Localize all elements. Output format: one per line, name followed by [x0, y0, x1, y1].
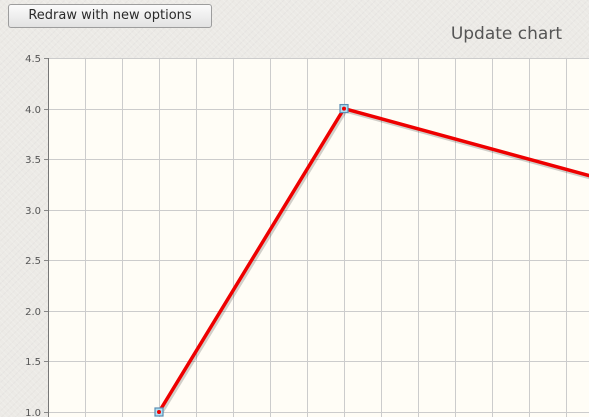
- y-tick-label: 2.0: [25, 307, 41, 318]
- y-tick-label: 3.5: [25, 155, 41, 166]
- y-tick-label: 3.0: [25, 206, 41, 217]
- data-point-dot: [157, 410, 161, 414]
- y-tick-label: 4.0: [25, 105, 41, 116]
- y-tick-label: 4.5: [25, 54, 41, 65]
- line-chart[interactable]: 1.0 1.5 2.0 2.5 3.0 3.5 4.0 4.5: [0, 0, 589, 417]
- data-point-dot: [342, 106, 346, 111]
- y-tick-label: 2.5: [25, 256, 41, 267]
- y-axis: 1.0 1.5 2.0 2.5 3.0 3.5 4.0 4.5: [25, 54, 49, 417]
- y-tick-label: 1.0: [25, 408, 41, 417]
- plot-area: [48, 58, 589, 417]
- y-tick-label: 1.5: [25, 357, 41, 368]
